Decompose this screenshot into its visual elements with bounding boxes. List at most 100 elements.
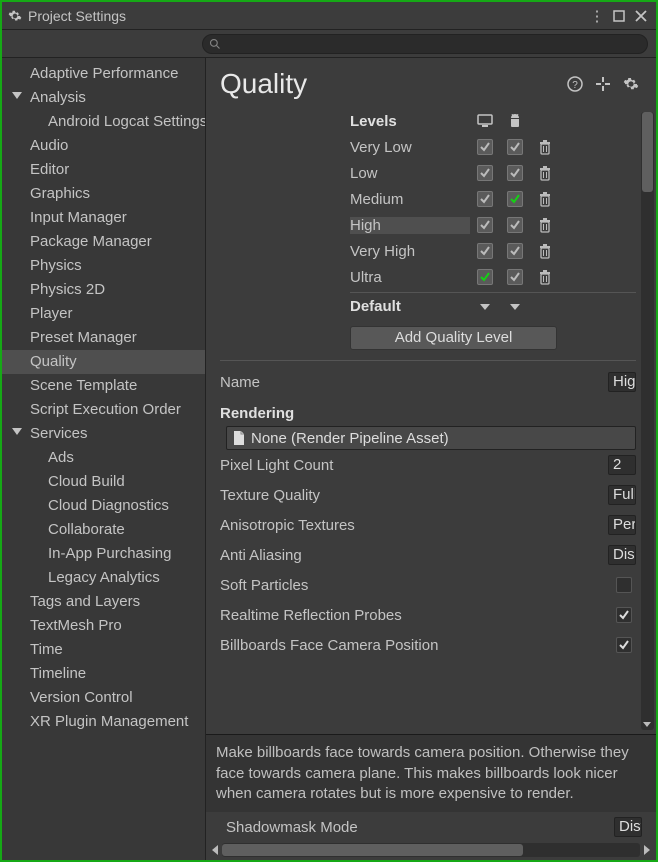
sidebar-item-quality[interactable]: Quality (2, 350, 205, 374)
default-android-dropdown[interactable] (500, 304, 530, 310)
quality-level-name: Very Low (350, 139, 470, 156)
property-row: Soft Particles (220, 570, 636, 600)
sidebar-item-cloud-diagnostics[interactable]: Cloud Diagnostics (2, 494, 205, 518)
shadowmask-field[interactable]: Distance Shadowmask (614, 817, 642, 837)
trash-icon[interactable] (538, 192, 552, 207)
checkbox[interactable] (507, 191, 523, 207)
sidebar-item-version-control[interactable]: Version Control (2, 686, 205, 710)
sidebar-item-label: Time (30, 641, 63, 658)
property-label: Texture Quality (220, 487, 600, 504)
trash-icon[interactable] (538, 244, 552, 259)
android-icon (500, 114, 530, 129)
checkbox[interactable] (477, 165, 493, 181)
quality-level-row[interactable]: Ultra (350, 264, 636, 290)
render-pipeline-field[interactable]: None (Render Pipeline Asset) (226, 426, 636, 450)
page-title: Quality (220, 68, 558, 100)
horizontal-scrollbar[interactable] (222, 843, 640, 857)
sidebar-item-graphics[interactable]: Graphics (2, 182, 205, 206)
sidebar-item-scene-template[interactable]: Scene Template (2, 374, 205, 398)
sidebar-item-player[interactable]: Player (2, 302, 205, 326)
sidebar-item-time[interactable]: Time (2, 638, 205, 662)
property-checkbox[interactable] (616, 607, 632, 623)
sidebar-item-legacy-analytics[interactable]: Legacy Analytics (2, 566, 205, 590)
checkbox[interactable] (507, 243, 523, 259)
search-icon (209, 38, 221, 50)
property-tooltip: Make billboards face towards camera posi… (206, 734, 656, 812)
sidebar-item-script-execution-order[interactable]: Script Execution Order (2, 398, 205, 422)
sidebar-item-audio[interactable]: Audio (2, 134, 205, 158)
property-value[interactable]: Full Res (608, 485, 636, 505)
property-checkbox[interactable] (616, 637, 632, 653)
sidebar-item-services[interactable]: Services (2, 422, 205, 446)
sidebar-item-cloud-build[interactable]: Cloud Build (2, 470, 205, 494)
sidebar-item-editor[interactable]: Editor (2, 158, 205, 182)
sidebar-item-label: Graphics (30, 185, 90, 202)
sidebar-item-label: Scene Template (30, 377, 137, 394)
property-value[interactable]: Disabled (608, 545, 636, 565)
sidebar-item-collaborate[interactable]: Collaborate (2, 518, 205, 542)
quality-level-row[interactable]: Medium (350, 186, 636, 212)
sidebar-item-textmesh-pro[interactable]: TextMesh Pro (2, 614, 205, 638)
hscroll-left-icon[interactable] (212, 845, 218, 855)
trash-icon[interactable] (538, 270, 552, 285)
sidebar-item-label: Android Logcat Settings (48, 113, 205, 130)
checkbox[interactable] (477, 139, 493, 155)
checkbox[interactable] (507, 269, 523, 285)
name-field[interactable]: High (608, 372, 636, 392)
trash-icon[interactable] (538, 166, 552, 181)
sidebar-item-physics[interactable]: Physics (2, 254, 205, 278)
checkbox[interactable] (477, 269, 493, 285)
sidebar-item-label: Editor (30, 161, 69, 178)
sidebar-item-label: Analysis (30, 89, 86, 106)
gear-icon (8, 9, 22, 23)
checkbox[interactable] (477, 191, 493, 207)
property-value[interactable]: Per Texture (608, 515, 636, 535)
sidebar-item-label: Quality (30, 353, 77, 370)
property-row: Anti AliasingDisabled (220, 540, 636, 570)
sidebar-item-input-manager[interactable]: Input Manager (2, 206, 205, 230)
add-quality-level-button[interactable]: Add Quality Level (350, 326, 557, 350)
sidebar-item-xr-plugin-management[interactable]: XR Plugin Management (2, 710, 205, 734)
sidebar-item-tags-and-layers[interactable]: Tags and Layers (2, 590, 205, 614)
help-icon[interactable]: ? (564, 73, 586, 95)
sidebar-item-preset-manager[interactable]: Preset Manager (2, 326, 205, 350)
checkbox[interactable] (477, 217, 493, 233)
maximize-icon[interactable] (610, 7, 628, 25)
checkbox[interactable] (507, 217, 523, 233)
quality-level-row[interactable]: Very High (350, 238, 636, 264)
vertical-scrollbar[interactable] (641, 112, 654, 730)
gear-icon[interactable] (620, 73, 642, 95)
property-row: Pixel Light Count2 (220, 450, 636, 480)
sidebar-item-physics-2d[interactable]: Physics 2D (2, 278, 205, 302)
sidebar-item-label: Version Control (30, 689, 133, 706)
sidebar-item-android-logcat-settings[interactable]: Android Logcat Settings (2, 110, 205, 134)
default-desktop-dropdown[interactable] (470, 304, 500, 310)
sidebar-item-adaptive-performance[interactable]: Adaptive Performance (2, 62, 205, 86)
sidebar-item-timeline[interactable]: Timeline (2, 662, 205, 686)
quality-level-row[interactable]: High (350, 212, 636, 238)
main-panel: Quality ? (206, 58, 656, 860)
quality-level-row[interactable]: Low (350, 160, 636, 186)
sidebar-item-package-manager[interactable]: Package Manager (2, 230, 205, 254)
close-icon[interactable] (632, 7, 650, 25)
search-input[interactable] (202, 34, 648, 54)
desktop-icon (470, 114, 500, 128)
sidebar-item-analysis[interactable]: Analysis (2, 86, 205, 110)
checkbox[interactable] (507, 165, 523, 181)
trash-icon[interactable] (538, 218, 552, 233)
sidebar-item-in-app-purchasing[interactable]: In-App Purchasing (2, 542, 205, 566)
checkbox[interactable] (507, 139, 523, 155)
more-icon[interactable]: ⋮ (588, 7, 606, 25)
titlebar: Project Settings ⋮ (2, 2, 656, 30)
preset-icon[interactable] (592, 73, 614, 95)
property-checkbox[interactable] (616, 577, 632, 593)
trash-icon[interactable] (538, 140, 552, 155)
quality-level-row[interactable]: Very Low (350, 134, 636, 160)
property-value[interactable]: 2 (608, 455, 636, 475)
sidebar-item-ads[interactable]: Ads (2, 446, 205, 470)
checkbox[interactable] (477, 243, 493, 259)
rendering-header: Rendering (220, 405, 636, 422)
sidebar-item-label: Timeline (30, 665, 86, 682)
quality-level-name: Ultra (350, 269, 470, 286)
hscroll-right-icon[interactable] (644, 845, 650, 855)
